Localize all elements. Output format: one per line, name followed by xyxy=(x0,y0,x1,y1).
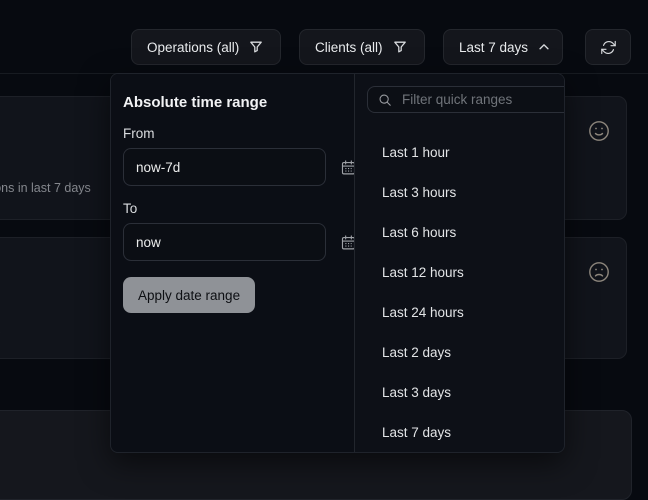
funnel-icon xyxy=(392,39,408,55)
time-range-label: Last 7 days xyxy=(459,40,528,55)
neutral-face-icon xyxy=(587,119,611,143)
funnel-icon xyxy=(248,39,264,55)
apply-date-range-button[interactable]: Apply date range xyxy=(123,277,255,313)
quick-range-list: Last 1 hour Last 3 hours Last 6 hours La… xyxy=(355,125,565,452)
operations-filter-label: Operations (all) xyxy=(147,40,239,55)
refresh-button[interactable] xyxy=(585,29,631,65)
to-label: To xyxy=(123,201,342,216)
chevron-up-icon xyxy=(537,40,551,54)
operations-filter-button[interactable]: Operations (all) xyxy=(131,29,281,65)
quick-range-option[interactable]: Last 7 days xyxy=(355,412,565,452)
time-range-button[interactable]: Last 7 days xyxy=(443,29,563,65)
quick-range-option[interactable]: Last 12 hours xyxy=(355,252,565,292)
quick-range-search-box[interactable] xyxy=(367,86,565,113)
quick-range-option[interactable]: Last 24 hours xyxy=(355,292,565,332)
from-input[interactable] xyxy=(123,148,326,186)
absolute-time-range-title: Absolute time range xyxy=(123,94,342,111)
clients-filter-label: Clients (all) xyxy=(315,40,383,55)
from-label: From xyxy=(123,126,342,141)
quick-range-option[interactable]: Last 1 hour xyxy=(355,132,565,172)
sad-face-icon xyxy=(587,260,611,284)
quick-range-filter-input[interactable] xyxy=(400,91,565,108)
search-icon xyxy=(378,93,392,107)
to-input[interactable] xyxy=(123,223,326,261)
clients-filter-button[interactable]: Clients (all) xyxy=(299,29,425,65)
time-range-picker-panel: Absolute time range From To xyxy=(110,73,565,453)
absolute-time-range-section: Absolute time range From To xyxy=(111,74,354,452)
refresh-icon xyxy=(600,39,617,56)
stat-card-1-caption: ations in last 7 days xyxy=(0,181,91,195)
quick-range-option[interactable]: Last 2 days xyxy=(355,332,565,372)
quick-range-option[interactable]: Last 6 hours xyxy=(355,212,565,252)
quick-range-option[interactable]: Last 3 hours xyxy=(355,172,565,212)
quick-ranges-section: Last 1 hour Last 3 hours Last 6 hours La… xyxy=(354,74,565,452)
quick-range-option[interactable]: Last 3 days xyxy=(355,372,565,412)
